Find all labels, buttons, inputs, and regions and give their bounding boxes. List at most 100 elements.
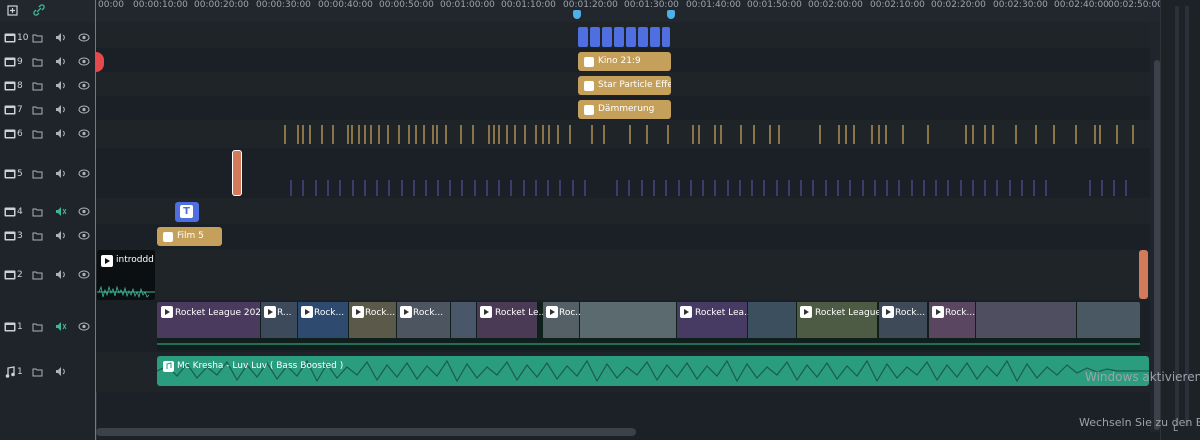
effect-clip-kino[interactable]: Kino 21:9 [578,52,671,71]
lane-2[interactable] [96,250,1160,300]
video-clip[interactable] [748,302,796,338]
meter-bar [1175,6,1179,426]
clip-segment[interactable] [626,27,636,47]
eye-icon[interactable] [78,231,90,240]
track-number: 1 [17,367,23,377]
folder-icon[interactable] [32,80,43,91]
ruler-tick: 00:00:10:00 [133,0,188,10]
eye-icon[interactable] [78,270,90,279]
folder-icon[interactable] [32,56,43,67]
ruler-tick: 00:02:10:00 [870,0,925,10]
volume-icon[interactable] [55,230,67,241]
clip-segment[interactable] [614,27,624,47]
folder-icon[interactable] [32,168,43,179]
activation-watermark-title: Windows aktivieren [1085,370,1200,384]
track-end-handle[interactable] [1139,250,1148,299]
folder-icon[interactable] [32,230,43,241]
volume-icon[interactable] [55,128,67,139]
folder-icon[interactable] [32,321,43,332]
effect-icon [584,57,594,67]
video-track-icon [4,129,16,139]
folder-icon[interactable] [32,128,43,139]
track-header-2: 2 [0,265,96,285]
clip-label: Dämmerung [598,104,655,114]
track-number: 7 [17,105,23,115]
beat-markers-track-5 [290,180,1127,196]
title-clip[interactable]: T [175,202,199,222]
ruler-tick: 00:01:00:00 [440,0,495,10]
folder-icon[interactable] [32,206,43,217]
effect-clip-daemmerung[interactable]: Dämmerung [578,100,671,119]
volume-icon[interactable] [55,80,67,91]
ruler-tick: 00:00 [98,0,124,10]
folder-icon[interactable] [32,269,43,280]
video-track-icon [4,169,16,179]
folder-icon[interactable] [32,366,43,377]
muted-volume-icon[interactable] [55,321,67,332]
marker-in[interactable] [573,10,581,19]
eye-icon[interactable] [78,169,90,178]
clip-label: Rock... [413,308,444,318]
eye-icon[interactable] [78,81,90,90]
track-number: 3 [17,231,23,241]
track-headers: 10 9 8 7 6 5 4 3 2 1 1 [0,22,97,440]
track-header-audio-1: 1 [0,362,96,382]
time-ruler[interactable]: 00:00 00:00:10:00 00:00:20:00 00:00:30:0… [96,0,1160,23]
ruler-tick: 00:00:40:00 [318,0,373,10]
play-icon [161,306,173,318]
folder-icon[interactable] [32,32,43,43]
video-track-icon [4,57,16,67]
ruler-tick: 00:00:30:00 [256,0,311,10]
segment-strip[interactable] [578,27,670,47]
volume-icon[interactable] [55,168,67,179]
clip-segment[interactable] [602,27,612,47]
effect-clip-star-particle[interactable]: Star Particle Effe... [578,76,671,95]
folder-icon[interactable] [32,104,43,115]
eye-icon[interactable] [78,322,90,331]
add-track-icon[interactable] [6,3,20,17]
eye-icon[interactable] [78,129,90,138]
effect-icon [163,232,173,242]
link-icon[interactable] [32,3,46,17]
audio-clip[interactable]: Mc Kresha - Luv Luv ( Bass Boosted ) [157,356,1149,386]
video-clip[interactable] [976,302,1076,338]
play-icon [546,306,558,318]
video-clip[interactable] [580,302,676,338]
play-icon [882,306,894,318]
playhead[interactable] [95,0,96,440]
horizontal-scrollbar-thumb[interactable] [96,428,636,436]
volume-icon[interactable] [55,366,67,377]
clip-segment[interactable] [638,27,648,47]
eye-icon[interactable] [78,105,90,114]
muted-volume-icon[interactable] [55,206,67,217]
clip-segment[interactable] [590,27,600,47]
ruler-tick: 00:02:00:00 [808,0,863,10]
ruler-tick: 00:00:20:00 [194,0,249,10]
lane-3[interactable] [96,224,1160,250]
effect-clip-film[interactable]: Film 5 [157,227,222,246]
volume-icon[interactable] [55,56,67,67]
track-number: 4 [17,207,23,217]
clip-segment[interactable] [662,27,670,47]
clip-segment[interactable] [650,27,660,47]
waveform [97,285,155,299]
volume-icon[interactable] [55,269,67,280]
clip-label: R... [277,308,292,318]
eye-icon[interactable] [78,207,90,216]
track-header-3: 3 [0,226,96,246]
eye-icon[interactable] [78,57,90,66]
volume-icon[interactable] [55,32,67,43]
video-clip[interactable] [1077,302,1140,338]
clip-label: Rock... [945,308,976,318]
play-icon [301,306,313,318]
audio-clip-label: Mc Kresha - Luv Luv ( Bass Boosted ) [177,361,344,371]
video-track-icon [4,270,16,280]
marker-out[interactable] [667,10,675,19]
volume-icon[interactable] [55,104,67,115]
intro-clip[interactable]: introddd [97,250,155,300]
video-clip[interactable] [451,302,476,338]
eye-icon[interactable] [78,33,90,42]
lane-4[interactable] [96,198,1160,224]
ruler-tick: 00:00:50:00 [379,0,434,10]
clip-segment[interactable] [578,27,588,47]
